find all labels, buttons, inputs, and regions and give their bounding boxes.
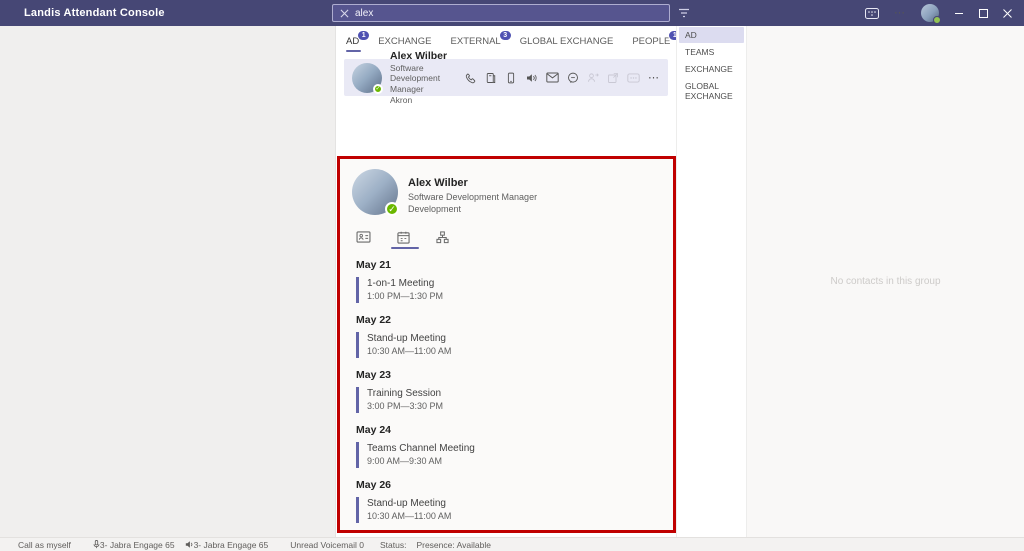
search-box[interactable] — [332, 4, 670, 22]
contact-details-tab-icon[interactable] — [356, 231, 371, 248]
contact-more-icon[interactable]: ⋯ — [648, 72, 660, 83]
profile-department: Development — [408, 203, 462, 214]
maximize-button[interactable] — [979, 8, 988, 18]
profile-avatar: ✓ — [352, 169, 399, 216]
titlebar-controls: ⋯ — [865, 0, 1024, 26]
profile-job-title: Software Development Manager — [408, 191, 538, 202]
email-icon[interactable] — [546, 72, 559, 83]
minimize-button[interactable] — [954, 8, 964, 18]
contact-location: Akron — [390, 94, 413, 105]
calendar-date: May 22 — [356, 314, 392, 327]
voicemail-icon[interactable] — [525, 72, 538, 84]
contact-actions: ⋯ — [465, 72, 660, 84]
contact-avatar: ✓ — [352, 62, 383, 94]
presence-available-icon: ✓ — [385, 202, 399, 216]
tab-global-exchange[interactable]: GLOBAL EXCHANGE — [520, 36, 614, 52]
calendar-event[interactable]: Teams Channel Meeting 9:00 AM—9:30 AM — [356, 442, 661, 469]
app-title: Landis Attendant Console — [24, 7, 165, 19]
mobile-icon[interactable] — [505, 72, 517, 84]
search-input[interactable] — [355, 7, 662, 19]
contact-profile-card annotation-rectangle: ✓ Alex Wilber Software Development Manag… — [337, 156, 676, 533]
tab-ad[interactable]: AD 1 — [346, 30, 371, 52]
presence-available-icon: ✓ — [373, 83, 383, 94]
filter-icon[interactable] — [678, 8, 690, 18]
group-item-ad[interactable]: AD — [679, 27, 744, 43]
calendar-event[interactable]: Training Session 3:00 PM—3:30 PM — [356, 387, 661, 414]
calendar-event[interactable]: Stand-up Meeting 10:30 AM—11:00 AM — [356, 332, 661, 359]
voicemail-count[interactable]: Unread Voicemail 0 — [290, 540, 364, 550]
calendar-event[interactable]: 1-on-1 Meeting 1:00 PM—1:30 PM — [356, 277, 661, 304]
statusbar: Call as myself 3- Jabra Engage 65 3- Jab… — [0, 537, 1024, 551]
presence-status[interactable]: Presence: Available — [416, 540, 491, 550]
contact-result-row[interactable]: ✓ Alex Wilber Software Development Manag… — [344, 50, 668, 105]
more-menu-icon[interactable]: ⋯ — [894, 8, 906, 19]
desk-phone-icon[interactable] — [485, 72, 497, 84]
dialpad-icon[interactable] — [865, 7, 879, 19]
calendar-event[interactable]: Stand-up Meeting 10:30 AM—11:00 AM — [356, 497, 661, 524]
profile-name: Alex Wilber — [408, 177, 468, 189]
transfer-icon — [587, 72, 599, 84]
call-as-selector[interactable]: Call as myself — [18, 540, 71, 550]
speaker-icon — [185, 540, 194, 549]
speaker-device-label[interactable]: 3- Jabra Engage 65 — [194, 540, 269, 550]
user-avatar[interactable] — [921, 4, 941, 24]
org-chart-tab-icon[interactable] — [436, 231, 449, 248]
tab-people[interactable]: PEOPLE 1 — [632, 30, 682, 52]
tab-exchange[interactable]: EXCHANGE — [378, 36, 431, 52]
group-item-teams[interactable]: TEAMS — [679, 44, 744, 60]
mic-device-label[interactable]: 3- Jabra Engage 65 — [100, 540, 175, 550]
call-panel-empty — [0, 26, 336, 537]
share-icon — [607, 72, 619, 84]
close-button[interactable] — [1003, 8, 1012, 18]
group-item-exchange[interactable]: EXCHANGE — [679, 61, 744, 77]
group-item-global-exchange[interactable]: GLOBAL EXCHANGE — [679, 78, 744, 104]
clear-search-icon[interactable] — [340, 9, 349, 18]
tab-ad-badge: 1 — [357, 30, 371, 41]
microphone-icon — [93, 540, 100, 549]
calendar-date: May 26 — [356, 479, 392, 492]
status-label: Status: — [379, 539, 407, 550]
call-icon[interactable] — [465, 72, 477, 84]
directory-tabs: AD 1 EXCHANGE EXTERNAL 3 GLOBAL EXCHANGE… — [336, 26, 682, 52]
contact-job-title: Software Development Manager — [390, 62, 441, 95]
profile-tabs — [356, 231, 661, 250]
chat-icon[interactable] — [567, 72, 579, 84]
groups-list: AD TEAMS EXCHANGE GLOBAL EXCHANGE — [676, 26, 746, 537]
calendar-list: May 21 1-on-1 Meeting 1:00 PM—1:30 PM Ma… — [356, 259, 661, 524]
calendar-date: May 24 — [356, 424, 392, 437]
group-contacts-panel: No contacts in this group — [746, 26, 1024, 537]
tab-external-badge: 3 — [498, 30, 512, 41]
titlebar: Landis Attendant Console ⋯ — [0, 0, 1024, 26]
park-call-icon — [627, 72, 640, 83]
attendant-console-window: Landis Attendant Console ⋯ — [0, 0, 1024, 551]
calendar-date: May 21 — [356, 259, 392, 272]
calendar-date: May 23 — [356, 369, 392, 382]
calendar-tab-icon[interactable] — [391, 231, 419, 250]
tab-external[interactable]: EXTERNAL 3 — [451, 30, 512, 52]
empty-group-message: No contacts in this group — [830, 276, 941, 287]
presence-dot — [933, 16, 941, 24]
